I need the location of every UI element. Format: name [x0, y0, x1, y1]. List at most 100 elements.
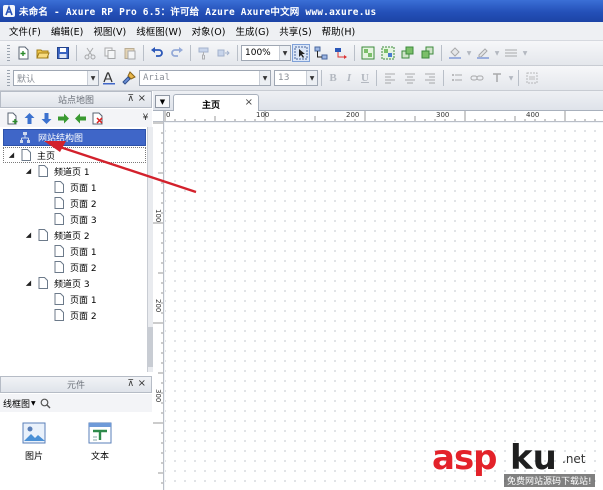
tree-node-channel-3[interactable]: ◢ 频道页 3	[24, 275, 90, 291]
collapse-icon[interactable]: ◢	[24, 231, 33, 240]
line-color-button[interactable]	[474, 44, 492, 62]
tree-node-page[interactable]: 页面 2	[54, 259, 97, 275]
tree-node-page[interactable]: 页面 3	[54, 211, 97, 227]
style-value: 默认	[17, 74, 36, 85]
pin-icon[interactable]: ⊼	[127, 379, 134, 389]
pin-icon[interactable]: ⊼	[127, 94, 134, 104]
design-canvas[interactable]	[165, 123, 603, 490]
move-up-button[interactable]	[22, 111, 37, 126]
fill-color-button[interactable]	[446, 44, 464, 62]
widget-text[interactable]: 文本	[80, 422, 120, 462]
underline-icon[interactable]: U	[357, 72, 373, 84]
connector-tool-button[interactable]	[312, 44, 330, 62]
tree-node-channel-2[interactable]: ◢ 频道页 2	[24, 227, 90, 243]
bullet-list-button[interactable]	[448, 69, 466, 87]
menu-share[interactable]: 共享(S)	[274, 24, 316, 38]
chevron-down-icon[interactable]: ▼	[465, 50, 473, 57]
new-file-button[interactable]	[14, 44, 32, 62]
sitemap-collapse[interactable]: ¥	[139, 109, 152, 126]
widgets-toolbar: 线框图 ▼	[0, 394, 152, 412]
tree-root[interactable]: 网站结构图	[3, 129, 146, 146]
paste-icon	[124, 48, 136, 60]
format-painter-button[interactable]	[195, 44, 213, 62]
cut-button[interactable]	[81, 44, 99, 62]
paste-button[interactable]	[121, 44, 139, 62]
watermark-suffix: .net	[562, 452, 586, 466]
link-button[interactable]	[468, 69, 486, 87]
menu-view[interactable]: 视图(V)	[88, 24, 131, 38]
italic-icon[interactable]: I	[341, 72, 357, 84]
add-page-button[interactable]	[5, 111, 20, 126]
tree-node-page[interactable]: 页面 2	[54, 195, 97, 211]
menu-help[interactable]: 帮助(H)	[317, 24, 361, 38]
ruler-label: 100	[154, 209, 162, 223]
collapse-icon[interactable]: ◢	[7, 151, 16, 160]
tree-node-home[interactable]: ◢ 主页	[3, 147, 146, 163]
page-icon	[54, 309, 64, 321]
group-button[interactable]	[359, 44, 377, 62]
menu-object[interactable]: 对象(O)	[187, 24, 231, 38]
chevron-down-icon[interactable]: ▼	[493, 50, 501, 57]
flow-arrow-icon	[335, 48, 347, 59]
search-icon[interactable]	[40, 398, 51, 409]
move-down-button[interactable]	[39, 111, 54, 126]
style-select[interactable]: 默认 ▼	[13, 70, 99, 86]
widget-image[interactable]: 图片	[14, 422, 54, 462]
close-icon[interactable]: ×	[138, 93, 146, 104]
ruler-label: 300	[436, 111, 450, 119]
tree-node-page[interactable]: 页面 1	[54, 291, 97, 307]
open-file-button[interactable]	[34, 44, 52, 62]
toolbar-separator	[354, 45, 355, 61]
copy-button[interactable]	[101, 44, 119, 62]
align-center-button[interactable]	[401, 69, 419, 87]
bold-icon[interactable]: B	[325, 72, 341, 84]
format-brush-button[interactable]	[120, 69, 138, 87]
line-style-button[interactable]	[502, 44, 520, 62]
zoom-select[interactable]: 100% ▼	[241, 45, 291, 61]
tab-list-button[interactable]: ▼	[155, 95, 170, 108]
tree-node-channel-1[interactable]: ◢ 频道页 1	[24, 163, 90, 179]
arrow-down-icon	[41, 112, 52, 124]
toolbar-grip[interactable]	[7, 45, 10, 61]
undo-icon	[151, 47, 163, 57]
style-editor-button[interactable]	[100, 69, 118, 87]
indent-button[interactable]	[56, 111, 71, 126]
redo-button[interactable]	[168, 44, 186, 62]
toolbar-grip[interactable]	[7, 70, 10, 86]
outdent-button[interactable]	[73, 111, 88, 126]
chevron-down-icon[interactable]: ▼	[521, 50, 529, 57]
flow-connector-button[interactable]	[332, 44, 350, 62]
tree-node-page[interactable]: 页面 1	[54, 179, 97, 195]
menu-edit[interactable]: 编辑(E)	[46, 24, 88, 38]
undo-button[interactable]	[148, 44, 166, 62]
send-back-button[interactable]	[419, 44, 437, 62]
ruler-label: 200	[346, 111, 360, 119]
menu-file[interactable]: 文件(F)	[4, 24, 46, 38]
align-objects-button[interactable]	[523, 69, 541, 87]
chevron-down-icon[interactable]: ▼	[507, 75, 515, 82]
save-button[interactable]	[54, 44, 72, 62]
align-left-button[interactable]	[381, 69, 399, 87]
collapse-icon[interactable]: ◢	[24, 167, 33, 176]
collapse-icon[interactable]: ◢	[24, 279, 33, 288]
select-tool-button[interactable]	[292, 44, 310, 62]
font-size-select[interactable]: 13 ▼	[274, 70, 318, 86]
text-color-icon	[493, 73, 501, 82]
close-icon[interactable]: ×	[138, 378, 146, 389]
text-color-button[interactable]	[488, 69, 506, 87]
arrange-button[interactable]	[215, 44, 233, 62]
menu-generate[interactable]: 生成(G)	[230, 24, 274, 38]
menu-wireframe[interactable]: 线框图(W)	[131, 24, 186, 38]
line-style-icon	[505, 49, 517, 57]
tree-node-page[interactable]: 页面 2	[54, 307, 97, 323]
font-family-select[interactable]: Arial ▼	[139, 70, 271, 86]
widget-library-select[interactable]: 线框图 ▼	[3, 397, 36, 410]
tab-home[interactable]: 主页 ×	[173, 94, 259, 112]
bring-front-button[interactable]	[399, 44, 417, 62]
close-tab-icon[interactable]: ×	[245, 97, 253, 108]
align-right-button[interactable]	[421, 69, 439, 87]
tree-node-page[interactable]: 页面 1	[54, 243, 97, 259]
text-icon	[88, 422, 112, 444]
delete-page-button[interactable]	[90, 111, 105, 126]
ungroup-button[interactable]	[379, 44, 397, 62]
